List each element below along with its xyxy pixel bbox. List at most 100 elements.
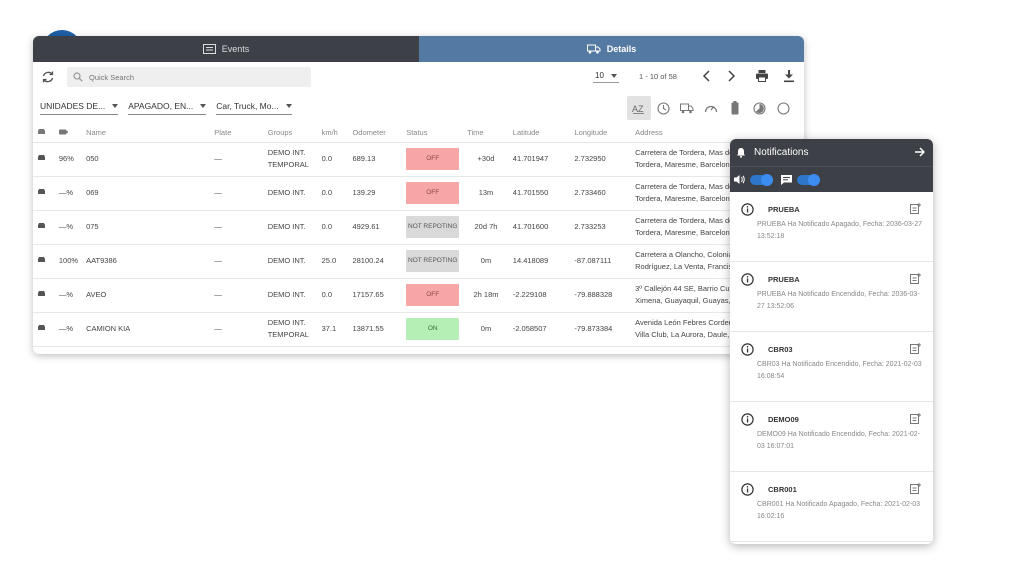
notification-message: CBR03 Ha Notificado Encendido, Fecha: 20… — [757, 361, 922, 380]
filter-status-label: APAGADO, EN... — [128, 101, 194, 111]
status-badge: OFF — [406, 284, 460, 306]
notification-unit-name: PRUEBA — [768, 275, 800, 284]
filter-units-label: UNIDADES DE... — [40, 101, 106, 111]
chevron-right-icon[interactable] — [725, 69, 737, 83]
row-longitude: -79.873384 — [570, 312, 632, 347]
row-status-cell: OFF — [402, 142, 464, 177]
notification-item[interactable]: DEMO09 DEMO09 Ha Notificado Encendido, Fe… — [730, 402, 933, 472]
row-name: 050 — [82, 142, 211, 177]
row-kmh: 0.0 — [317, 142, 349, 177]
row-latitude: 41.701600 — [508, 210, 571, 245]
truck-icon[interactable] — [675, 96, 699, 120]
top-toolbar: 10 1 - 10 of 58 — [33, 62, 804, 92]
note-add-icon[interactable] — [910, 413, 921, 424]
note-add-icon[interactable] — [910, 273, 921, 284]
row-name: AAT9386 — [82, 244, 211, 279]
search-box[interactable] — [67, 67, 311, 87]
chevron-down-icon — [200, 104, 207, 108]
download-icon[interactable] — [783, 69, 795, 83]
row-latitude: -2.058507 — [508, 312, 571, 347]
speedometer-icon[interactable] — [699, 96, 723, 120]
per-page-select[interactable]: 10 — [593, 71, 619, 83]
row-longitude: -79.888328 — [570, 278, 632, 313]
filter-vehicle-type[interactable]: Car, Truck, Mo... — [216, 101, 292, 115]
header-kmh[interactable]: km/h — [317, 124, 349, 143]
print-icon[interactable] — [755, 69, 769, 83]
pagination-range: 1 - 10 of 58 — [639, 72, 677, 81]
chevron-left-icon[interactable] — [701, 69, 713, 83]
table-row[interactable]: —% CAMION KIA — DEMO INT. TEMPORAL 37.1 13871… — [33, 312, 804, 347]
car-icon — [38, 189, 45, 194]
pie-icon[interactable] — [747, 96, 771, 120]
header-time[interactable]: Time — [463, 124, 509, 143]
filter-units[interactable]: UNIDADES DE... — [40, 101, 119, 115]
battery-icon[interactable] — [723, 96, 747, 120]
notifications-panel: Notifications PRUEBA PRUEBA Ha Notificado… — [730, 139, 933, 544]
row-longitude: 2.733460 — [570, 176, 632, 211]
row-latitude: 41.701947 — [508, 142, 571, 177]
table-header-row: Name Plate Groups km/h Odometer Status T… — [33, 124, 804, 143]
row-name: CAMION KIA — [82, 312, 211, 347]
tab-details[interactable]: Details — [419, 36, 804, 62]
row-vehicle-cell — [33, 210, 55, 245]
row-groups: DEMO INT. TEMPORAL — [263, 312, 318, 347]
header-status[interactable]: Status — [402, 124, 464, 143]
status-badge: OFF — [406, 148, 460, 170]
notifications-header: Notifications — [730, 139, 933, 166]
bell-icon — [737, 148, 745, 158]
search-input[interactable] — [89, 72, 289, 82]
note-add-icon[interactable] — [910, 203, 921, 214]
header-latitude[interactable]: Latitude — [508, 124, 571, 143]
notification-list: PRUEBA PRUEBA Ha Notificado Apagado, Fech… — [730, 192, 933, 542]
svg-text:AZ: AZ — [632, 104, 644, 114]
row-groups: DEMO INT. — [263, 278, 318, 313]
header-groups[interactable]: Groups — [263, 124, 318, 143]
notification-item[interactable]: CBR03 CBR03 Ha Notificado Encendido, Fech… — [730, 332, 933, 402]
status-badge: OFF — [406, 182, 460, 204]
row-battery: —% — [54, 210, 83, 245]
sound-toggle[interactable] — [750, 173, 773, 186]
details-panel: Events Details 10 1 - 10 of 58 UNIDADES … — [33, 36, 804, 354]
info-icon — [741, 413, 754, 426]
table-row[interactable]: —% 075— DEMO INT. 0.0 4929.61 NOT REPOTING 20d… — [33, 210, 804, 245]
header-battery[interactable] — [54, 124, 83, 143]
notification-item[interactable]: PRUEBA PRUEBA Ha Notificado Apagado, Fech… — [730, 192, 933, 262]
notification-item[interactable]: CBR001 CBR001 Ha Notificado Apagado, Fech… — [730, 472, 933, 542]
table-row[interactable]: 100% AAT9386— DEMO INT. 25.0 28100.24 NOT REP… — [33, 244, 804, 279]
units-table: Name Plate Groups km/h Odometer Status T… — [33, 124, 804, 347]
circle-icon[interactable] — [771, 96, 795, 120]
row-kmh: 0.0 — [317, 278, 349, 313]
table-body: 96% 050— DEMO INT. TEMPORAL 0.0 689.13 OFF +30… — [33, 142, 804, 347]
tab-events[interactable]: Events — [33, 36, 419, 62]
row-time: 20d 7h — [463, 210, 509, 245]
info-icon — [741, 203, 754, 216]
notification-unit-name: CBR001 — [768, 485, 797, 494]
row-longitude: 2.733253 — [570, 210, 632, 245]
popup-toggle[interactable] — [797, 173, 820, 186]
header-odometer[interactable]: Odometer — [348, 124, 403, 143]
table-row[interactable]: —% 069— DEMO INT. 0.0 139.29 OFF 13m 41.701550 2… — [33, 176, 804, 211]
header-longitude[interactable]: Longitude — [570, 124, 632, 143]
sort-az-icon[interactable]: AZ — [627, 96, 651, 120]
car-icon — [38, 325, 45, 330]
note-add-icon[interactable] — [910, 343, 921, 354]
note-add-icon[interactable] — [910, 483, 921, 494]
row-odometer: 17157.65 — [348, 278, 403, 313]
chevron-down-icon — [112, 104, 119, 108]
view-icon-bar: AZ — [627, 96, 795, 120]
filter-status[interactable]: APAGADO, EN... — [128, 101, 207, 115]
refresh-icon[interactable] — [41, 70, 55, 84]
header-plate[interactable]: Plate — [210, 124, 264, 143]
clock-icon[interactable] — [651, 96, 675, 120]
row-battery: —% — [54, 278, 83, 313]
table-row[interactable]: —% AVEO — DEMO INT. 0.0 17157.65 OFF 2h 18m -2.2… — [33, 278, 804, 313]
row-latitude: -2.229108 — [508, 278, 571, 313]
arrow-right-icon[interactable] — [914, 147, 925, 157]
notification-item[interactable]: PRUEBA PRUEBA Ha Notificado Encendido, Fe… — [730, 262, 933, 332]
row-odometer: 139.29 — [348, 176, 403, 211]
table-row[interactable]: 96% 050— DEMO INT. TEMPORAL 0.0 689.13 OFF +30… — [33, 142, 804, 177]
header-name[interactable]: Name — [82, 124, 211, 143]
header-vehicle[interactable] — [33, 124, 55, 143]
row-time: 0m — [463, 312, 509, 347]
notifications-settings-bar — [730, 166, 933, 192]
